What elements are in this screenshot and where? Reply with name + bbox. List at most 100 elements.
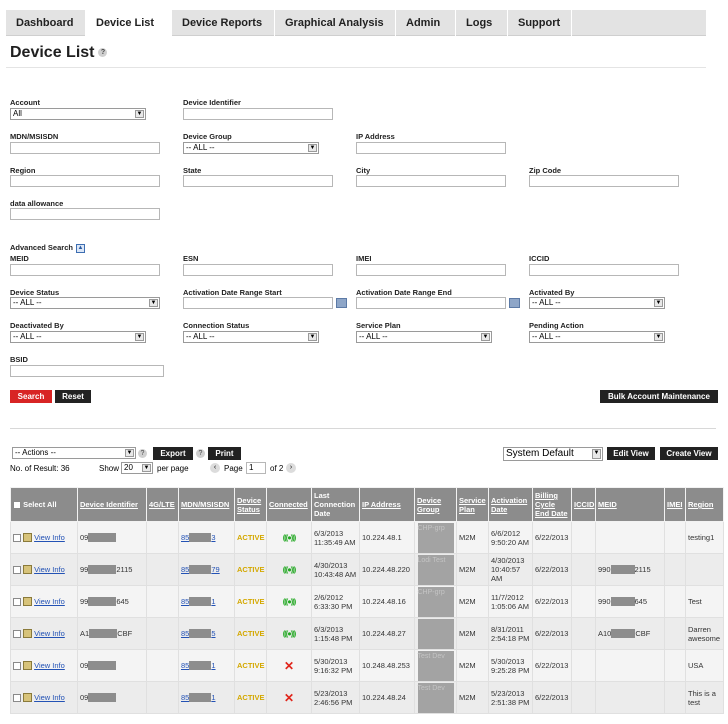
activation-date-cell: 4/30/2013 10:40:57 AM (488, 553, 533, 586)
column-header[interactable]: MEID (595, 487, 665, 522)
ip-input[interactable] (356, 142, 506, 154)
activated-by-select[interactable]: -- ALL -- ▼ (529, 297, 665, 309)
table-row[interactable]: View Info A1 CBF 85 5 ACTIVE (((●))) 6/3/2013 1… (10, 617, 724, 650)
mdn-link[interactable]: 85 3 (181, 533, 216, 543)
tab-support[interactable]: Support (508, 10, 572, 36)
calendar-icon[interactable] (336, 298, 347, 308)
act-end-input[interactable] (356, 297, 506, 309)
connected-cell: ✕ (266, 649, 312, 682)
conn-status-select[interactable]: -- ALL -- ▼ (183, 331, 319, 343)
row-checkbox[interactable] (13, 565, 21, 574)
select-all-checkbox[interactable] (13, 501, 21, 509)
advanced-search-toggle[interactable]: Advanced Search ▲ (10, 243, 85, 253)
device-identifier-input[interactable] (183, 108, 333, 120)
column-header[interactable]: Service Plan (456, 487, 489, 522)
chevron-down-icon: ▼ (308, 333, 317, 341)
mdn-link[interactable]: 85 1 (181, 693, 216, 703)
table-row[interactable]: View Info 99 645 85 1 ACTIVE (((●))) 2/6/2012 6… (10, 585, 724, 618)
table-row[interactable]: View Info 99 2115 85 79 ACTIVE (((●))) 4/30/201… (10, 553, 724, 586)
help-icon[interactable]: ? (196, 449, 205, 458)
mdn-link[interactable]: 85 5 (181, 629, 216, 639)
column-header[interactable]: Activation Date (488, 487, 533, 522)
row-checkbox[interactable] (13, 533, 21, 542)
data-allowance-input[interactable] (10, 208, 160, 220)
help-icon[interactable]: ? (98, 48, 108, 58)
export-button[interactable]: Export (153, 447, 193, 460)
meid-input[interactable] (10, 264, 160, 276)
bulk-account-maintenance-button[interactable]: Bulk Account Maintenance (600, 390, 718, 403)
account-select[interactable]: All ▼ (10, 108, 146, 120)
search-button[interactable]: Search (10, 390, 52, 403)
reset-button[interactable]: Reset (55, 390, 91, 403)
column-header[interactable]: IMEI (664, 487, 686, 522)
deactivated-by-select[interactable]: -- ALL -- ▼ (10, 331, 146, 343)
row-checkbox[interactable] (13, 629, 21, 638)
select-cell: View Info (10, 681, 78, 714)
column-header[interactable]: 4G/LTE (146, 487, 179, 522)
zip-input[interactable] (529, 175, 679, 187)
view-info-link[interactable]: View Info (34, 693, 65, 702)
column-header[interactable]: MDN/MSISDN (178, 487, 235, 522)
row-checkbox[interactable] (13, 693, 21, 702)
table-row[interactable]: View Info 09 85 1 ACTIVE ✕ 5/30/2013 9:16:32 P… (10, 649, 724, 682)
view-info-link[interactable]: View Info (34, 629, 65, 638)
tab-logs[interactable]: Logs (456, 10, 508, 36)
select-all-header[interactable]: Select All (10, 487, 78, 522)
mdn-link[interactable]: 85 79 (181, 565, 220, 575)
column-header[interactable]: Connected (266, 487, 312, 522)
print-button[interactable]: Print (208, 447, 241, 460)
column-header[interactable]: Device Group (414, 487, 457, 522)
city-input[interactable] (356, 175, 506, 187)
column-header[interactable]: Device Status (234, 487, 267, 522)
help-icon[interactable]: ? (138, 449, 147, 458)
mdn-prefix: 85 (181, 660, 190, 670)
device-status-select-value: -- ALL -- (13, 298, 42, 307)
expand-icon[interactable]: ▲ (75, 243, 85, 253)
next-page-icon[interactable]: › (286, 463, 296, 473)
state-input[interactable] (183, 175, 333, 187)
tab-dashboard[interactable]: Dashboard (6, 10, 86, 36)
tab-graphical-analysis[interactable]: Graphical Analysis (275, 10, 396, 36)
page-size-select[interactable]: 20 ▼ (121, 462, 153, 474)
imei-input[interactable] (356, 264, 506, 276)
imei-cell (664, 617, 686, 650)
table-row[interactable]: View Info 09 85 3 ACTIVE (((●))) 6/3/2013 11:3… (10, 521, 724, 554)
column-header[interactable]: IP Address (359, 487, 415, 522)
table-row[interactable]: View Info 09 85 1 ACTIVE ✕ 5/23/2013 2:46:56 P… (10, 681, 724, 714)
mdn-link[interactable]: 85 1 (181, 597, 216, 607)
row-checkbox[interactable] (13, 661, 21, 670)
view-info-link[interactable]: View Info (34, 533, 65, 542)
tab-device-list[interactable]: Device List (86, 10, 172, 36)
iccid-label: ICCID (529, 254, 550, 263)
view-info-link[interactable]: View Info (34, 597, 65, 606)
edit-view-button[interactable]: Edit View (607, 447, 655, 460)
device-status-select[interactable]: -- ALL -- ▼ (10, 297, 160, 309)
act-start-input[interactable] (183, 297, 333, 309)
mdn-suffix: 1 (211, 660, 216, 670)
pending-action-select[interactable]: -- ALL -- ▼ (529, 331, 665, 343)
bsid-input[interactable] (10, 365, 164, 377)
region-input[interactable] (10, 175, 160, 187)
esn-input[interactable] (183, 264, 333, 276)
iccid-input[interactable] (529, 264, 679, 276)
row-checkbox[interactable] (13, 597, 21, 606)
tab-device-reports[interactable]: Device Reports (172, 10, 275, 36)
disconnected-icon: ✕ (283, 658, 295, 673)
column-header[interactable]: Region (685, 487, 724, 522)
calendar-icon[interactable] (509, 298, 520, 308)
column-header[interactable]: Billing Cycle End Date (532, 487, 572, 522)
actions-select[interactable]: -- Actions -- ▼ (12, 447, 136, 459)
device-group-select[interactable]: -- ALL -- ▼ (183, 142, 319, 154)
create-view-button[interactable]: Create View (660, 447, 718, 460)
page-number-input[interactable]: 1 (246, 462, 266, 474)
service-plan-select[interactable]: -- ALL -- ▼ (356, 331, 492, 343)
tab-admin[interactable]: Admin (396, 10, 456, 36)
view-info-link[interactable]: View Info (34, 661, 65, 670)
prev-page-icon[interactable]: ‹ (210, 463, 220, 473)
mdn-input[interactable] (10, 142, 160, 154)
view-select[interactable]: System Default ▼ (503, 447, 603, 461)
mdn-link[interactable]: 85 1 (181, 660, 216, 671)
view-info-link[interactable]: View Info (34, 565, 65, 574)
column-header[interactable]: Device Identifier (77, 487, 147, 522)
column-header[interactable]: ICCID (571, 487, 596, 522)
